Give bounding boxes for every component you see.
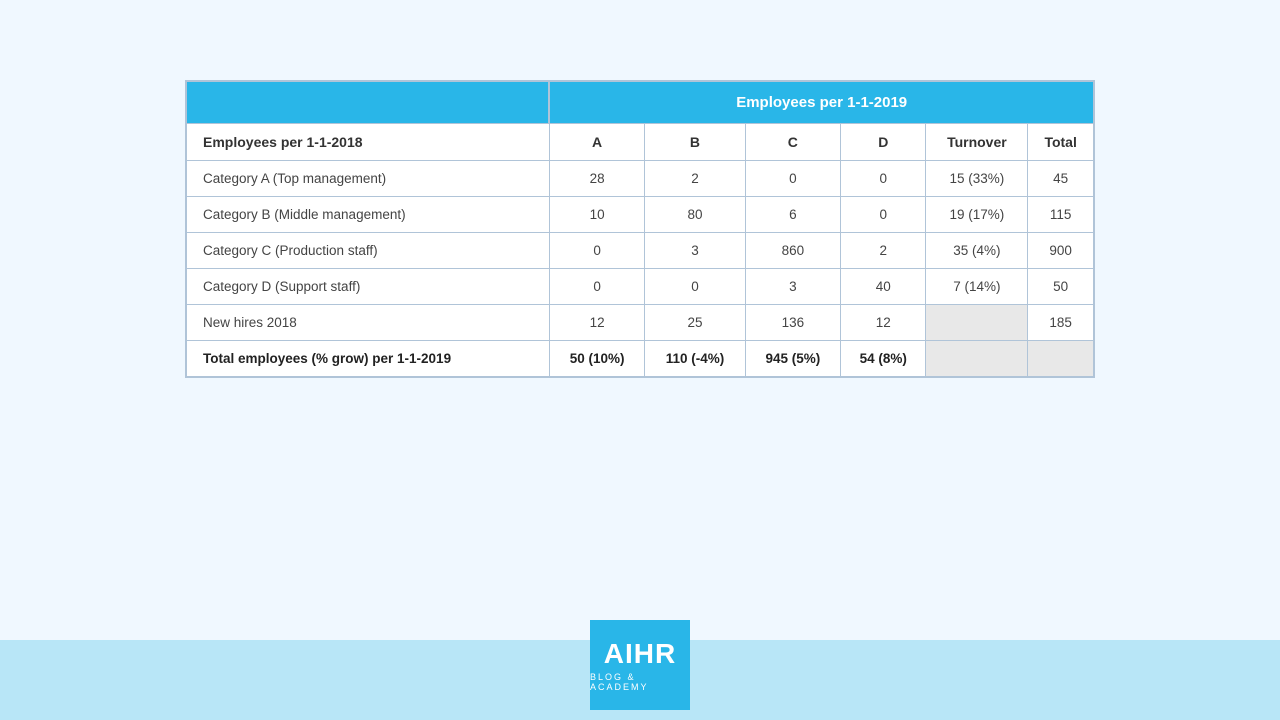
- subheader-col-d: D: [841, 124, 926, 161]
- row-cell-total: 45: [1028, 161, 1094, 197]
- main-table: Employees per 1-1-2019 Employees per 1-1…: [186, 81, 1094, 377]
- row-cell-total: [1028, 341, 1094, 377]
- row-cell-c: 6: [745, 197, 840, 233]
- row-cell-a: 28: [549, 161, 644, 197]
- row-cell-a: 0: [549, 269, 644, 305]
- header-label-cell: [187, 82, 550, 124]
- subheader-col-turnover: Turnover: [926, 124, 1028, 161]
- row-cell-d: 0: [841, 161, 926, 197]
- row-cell-c: 3: [745, 269, 840, 305]
- row-label-cell: New hires 2018: [187, 305, 550, 341]
- row-cell-b: 2: [645, 161, 745, 197]
- row-cell-turnover: 7 (14%): [926, 269, 1028, 305]
- table-row: Category C (Production staff)03860235 (4…: [187, 233, 1094, 269]
- row-cell-a: 0: [549, 233, 644, 269]
- row-label-cell: Category A (Top management): [187, 161, 550, 197]
- table-row: Total employees (% grow) per 1-1-201950 …: [187, 341, 1094, 377]
- row-cell-d: 40: [841, 269, 926, 305]
- table-row: Category D (Support staff)003407 (14%)50: [187, 269, 1094, 305]
- row-label-cell: Total employees (% grow) per 1-1-2019: [187, 341, 550, 377]
- row-cell-d: 2: [841, 233, 926, 269]
- row-cell-b: 0: [645, 269, 745, 305]
- logo-sub: BLOG & ACADEMY: [590, 672, 690, 692]
- row-cell-b: 25: [645, 305, 745, 341]
- row-cell-turnover: 15 (33%): [926, 161, 1028, 197]
- subheader-col-total: Total: [1028, 124, 1094, 161]
- page-wrapper: Employees per 1-1-2019 Employees per 1-1…: [0, 0, 1280, 720]
- row-label-cell: Category B (Middle management): [187, 197, 550, 233]
- row-cell-turnover: 35 (4%): [926, 233, 1028, 269]
- subheader-row-label: Employees per 1-1-2018: [187, 124, 550, 161]
- footer-section: AIHR BLOG & ACADEMY: [0, 640, 1280, 720]
- row-cell-a: 12: [549, 305, 644, 341]
- table-row: Category B (Middle management)10806019 (…: [187, 197, 1094, 233]
- row-cell-total: 185: [1028, 305, 1094, 341]
- header-row-top: Employees per 1-1-2019: [187, 82, 1094, 124]
- row-cell-c: 136: [745, 305, 840, 341]
- row-cell-total: 50: [1028, 269, 1094, 305]
- row-cell-c: 0: [745, 161, 840, 197]
- logo-main: AIHR: [604, 638, 676, 670]
- row-cell-b: 110 (-4%): [645, 341, 745, 377]
- row-cell-d: 54 (8%): [841, 341, 926, 377]
- row-cell-a: 10: [549, 197, 644, 233]
- row-cell-d: 12: [841, 305, 926, 341]
- row-cell-turnover: [926, 305, 1028, 341]
- row-cell-b: 3: [645, 233, 745, 269]
- logo-box: AIHR BLOG & ACADEMY: [590, 620, 690, 710]
- subheader-col-a: A: [549, 124, 644, 161]
- table-row: New hires 2018122513612185: [187, 305, 1094, 341]
- table-container: Employees per 1-1-2019 Employees per 1-1…: [185, 80, 1095, 378]
- row-cell-turnover: [926, 341, 1028, 377]
- row-cell-turnover: 19 (17%): [926, 197, 1028, 233]
- row-cell-c: 945 (5%): [745, 341, 840, 377]
- row-cell-a: 50 (10%): [549, 341, 644, 377]
- table-row: Category A (Top management)2820015 (33%)…: [187, 161, 1094, 197]
- row-label-cell: Category D (Support staff): [187, 269, 550, 305]
- subheader-col-c: C: [745, 124, 840, 161]
- table-body: Category A (Top management)2820015 (33%)…: [187, 161, 1094, 377]
- header-span-cell: Employees per 1-1-2019: [549, 82, 1093, 124]
- subheader-row: Employees per 1-1-2018 A B C D Turnover …: [187, 124, 1094, 161]
- row-cell-d: 0: [841, 197, 926, 233]
- subheader-col-b: B: [645, 124, 745, 161]
- row-cell-total: 900: [1028, 233, 1094, 269]
- row-cell-total: 115: [1028, 197, 1094, 233]
- row-cell-b: 80: [645, 197, 745, 233]
- row-cell-c: 860: [745, 233, 840, 269]
- row-label-cell: Category C (Production staff): [187, 233, 550, 269]
